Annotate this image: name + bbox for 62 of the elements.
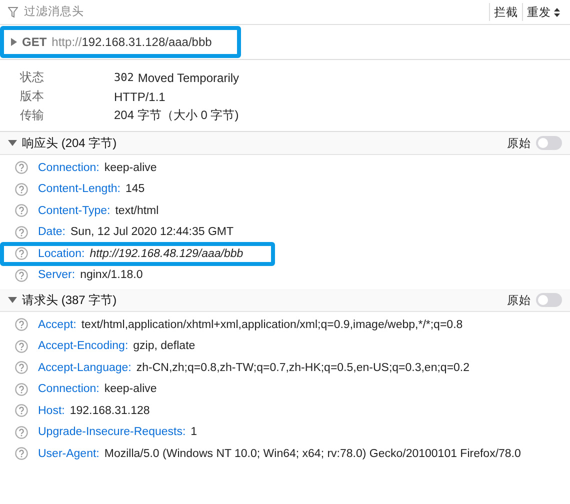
header-name: Accept-Language: xyxy=(38,362,132,374)
help-icon[interactable] xyxy=(15,318,28,332)
intercept-button[interactable]: 拦截 xyxy=(489,3,522,21)
help-icon[interactable] xyxy=(15,361,28,374)
header-value: Mozilla/5.0 (Windows NT 10.0; Win64; x64; rv:78.0) Gecko/20100101 Firefox/78.0 xyxy=(104,448,521,460)
header-value: text/html,application/xhtml+xml,application/xml;q=0.9,image/webp,*/*;q=0.8 xyxy=(81,318,463,331)
summary-label: 版本 xyxy=(20,88,45,105)
resend-button[interactable]: 重发 xyxy=(522,3,564,21)
header-name: Accept-Encoding: xyxy=(38,340,128,352)
help-icon[interactable] xyxy=(15,161,28,174)
header-name: Upgrade-Insecure-Requests: xyxy=(38,426,186,438)
help-icon[interactable] xyxy=(15,182,28,196)
summary-value: Moved Temporarily xyxy=(138,70,240,84)
header-name: Host: xyxy=(38,404,65,417)
help-icon[interactable] xyxy=(15,340,28,353)
summary-label: 状态 xyxy=(20,69,45,86)
help-icon[interactable] xyxy=(15,247,28,260)
header-value: gzip, deflate xyxy=(133,340,196,352)
help-icon[interactable] xyxy=(15,204,28,218)
summary-value: 204 字节（大小 0 字节) xyxy=(114,107,239,124)
header-name: Content-Type: xyxy=(38,204,110,217)
help-icon[interactable] xyxy=(15,447,28,460)
summary-value: HTTP/1.1 xyxy=(114,90,166,104)
header-value: 192.168.31.128 xyxy=(70,404,150,417)
filter-field[interactable]: 过滤消息头 xyxy=(22,5,489,19)
section-header[interactable]: 请求头 (387 字节) 原始 xyxy=(0,289,570,312)
help-icon[interactable] xyxy=(15,382,28,396)
help-icon[interactable] xyxy=(15,268,28,282)
header-value: 1 xyxy=(190,426,198,438)
raw-label: 原始 xyxy=(507,136,531,150)
header-name: Connection: xyxy=(38,383,100,396)
raw-label: 原始 xyxy=(507,294,531,308)
header-name: User-Agent: xyxy=(38,448,100,460)
summary-label: 传输 xyxy=(20,107,45,124)
header-name: Date: xyxy=(38,226,66,238)
header-value: Sun, 12 Jul 2020 12:44:35 GMT xyxy=(70,226,234,238)
help-icon[interactable] xyxy=(15,404,28,418)
header-value: 145 xyxy=(125,183,145,196)
expand-icon xyxy=(11,38,17,46)
header-name: Server: xyxy=(38,269,76,282)
section-title: 请求头 (387 字节) xyxy=(22,292,117,308)
header-name: Accept: xyxy=(38,318,76,331)
header-value: nginx/1.18.0 xyxy=(80,269,143,282)
raw-toggle[interactable] xyxy=(536,136,562,150)
header-value: text/html xyxy=(115,204,159,217)
help-icon[interactable] xyxy=(15,426,28,439)
header-value: keep-alive xyxy=(104,162,157,174)
header-value: keep-alive xyxy=(104,383,157,396)
request-method: GET xyxy=(22,35,47,49)
filter-icon xyxy=(8,6,18,18)
header-value: zh-CN,zh;q=0.8,zh-TW;q=0.7,zh-HK;q=0.5,en-US;q=0.3,en;q=0.2 xyxy=(136,362,470,374)
header-name: Location: xyxy=(38,248,85,260)
request-url: http://192.168.31.128/aaa/bbb xyxy=(52,35,212,49)
raw-toggle[interactable] xyxy=(536,293,562,307)
header-value: http://192.168.48.129/aaa/bbb xyxy=(90,248,244,260)
status-code: 302 xyxy=(114,71,134,84)
section-header[interactable]: 响应头 (204 字节) 原始 xyxy=(0,132,570,155)
sort-caret-icon xyxy=(554,8,560,16)
help-icon[interactable] xyxy=(15,226,28,239)
section-title: 响应头 (204 字节) xyxy=(22,134,117,152)
header-name: Content-Length: xyxy=(38,183,120,196)
header-name: Connection: xyxy=(38,162,100,174)
